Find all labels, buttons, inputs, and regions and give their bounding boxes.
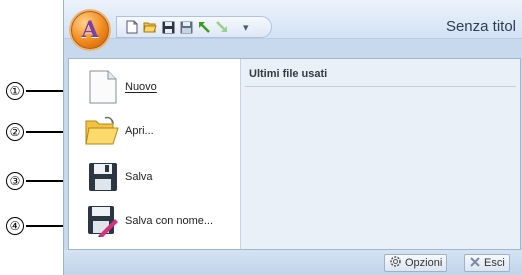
exit-label: Esci bbox=[484, 257, 505, 269]
recent-files-panel: Ultimi file usati bbox=[241, 59, 520, 249]
menu-item-save-label: Salva bbox=[125, 171, 153, 183]
menu-footer: Opzioni Esci bbox=[64, 250, 522, 275]
callout-1: ① bbox=[6, 82, 24, 100]
window-title: Senza titol bbox=[445, 18, 516, 35]
menu-commands: Nuovo Apri... Salva Salva con nome... bbox=[69, 59, 241, 249]
save-as-icon[interactable] bbox=[179, 20, 193, 34]
application-orb-letter: A bbox=[81, 17, 99, 43]
menu-item-save-as[interactable]: Salva con nome... bbox=[69, 199, 241, 243]
menu-item-save[interactable]: Salva bbox=[69, 155, 241, 199]
save-as-pen-icon bbox=[85, 203, 121, 239]
quick-access-toolbar: ▾ bbox=[116, 16, 272, 38]
callout-2: ② bbox=[6, 123, 24, 141]
undo-icon[interactable] bbox=[197, 20, 211, 34]
menu-item-open[interactable]: Apri... bbox=[69, 109, 241, 153]
options-button[interactable]: Opzioni bbox=[384, 254, 448, 272]
application-menu: Nuovo Apri... Salva Salva con nome... Ul… bbox=[68, 58, 521, 250]
recent-files-divider bbox=[245, 86, 516, 87]
exit-button[interactable]: Esci bbox=[464, 254, 510, 272]
customize-toolbar-button[interactable]: ▾ bbox=[243, 21, 249, 34]
application-button[interactable]: A bbox=[71, 11, 109, 49]
new-doc-icon[interactable] bbox=[125, 20, 139, 34]
callout-4: ④ bbox=[6, 217, 24, 235]
new-document-icon bbox=[85, 69, 121, 105]
recent-files-title: Ultimi file usati bbox=[249, 68, 328, 80]
save-icon[interactable] bbox=[161, 20, 175, 34]
close-icon bbox=[469, 256, 481, 271]
floppy-disk-icon bbox=[85, 159, 121, 195]
callout-3: ③ bbox=[6, 172, 24, 190]
application-window: Senza titol A ▾ Nuovo Apri... Salva Salv… bbox=[63, 0, 522, 275]
redo-icon[interactable] bbox=[215, 20, 229, 34]
menu-item-open-label: Apri... bbox=[125, 125, 154, 137]
open-folder-icon[interactable] bbox=[143, 20, 157, 34]
options-label: Opzioni bbox=[405, 257, 443, 269]
menu-item-save-as-label: Salva con nome... bbox=[125, 215, 214, 227]
gear-icon bbox=[389, 255, 402, 271]
menu-item-new[interactable]: Nuovo bbox=[69, 65, 241, 109]
open-folder-icon bbox=[85, 113, 121, 149]
menu-item-new-label: Nuovo bbox=[125, 81, 157, 93]
